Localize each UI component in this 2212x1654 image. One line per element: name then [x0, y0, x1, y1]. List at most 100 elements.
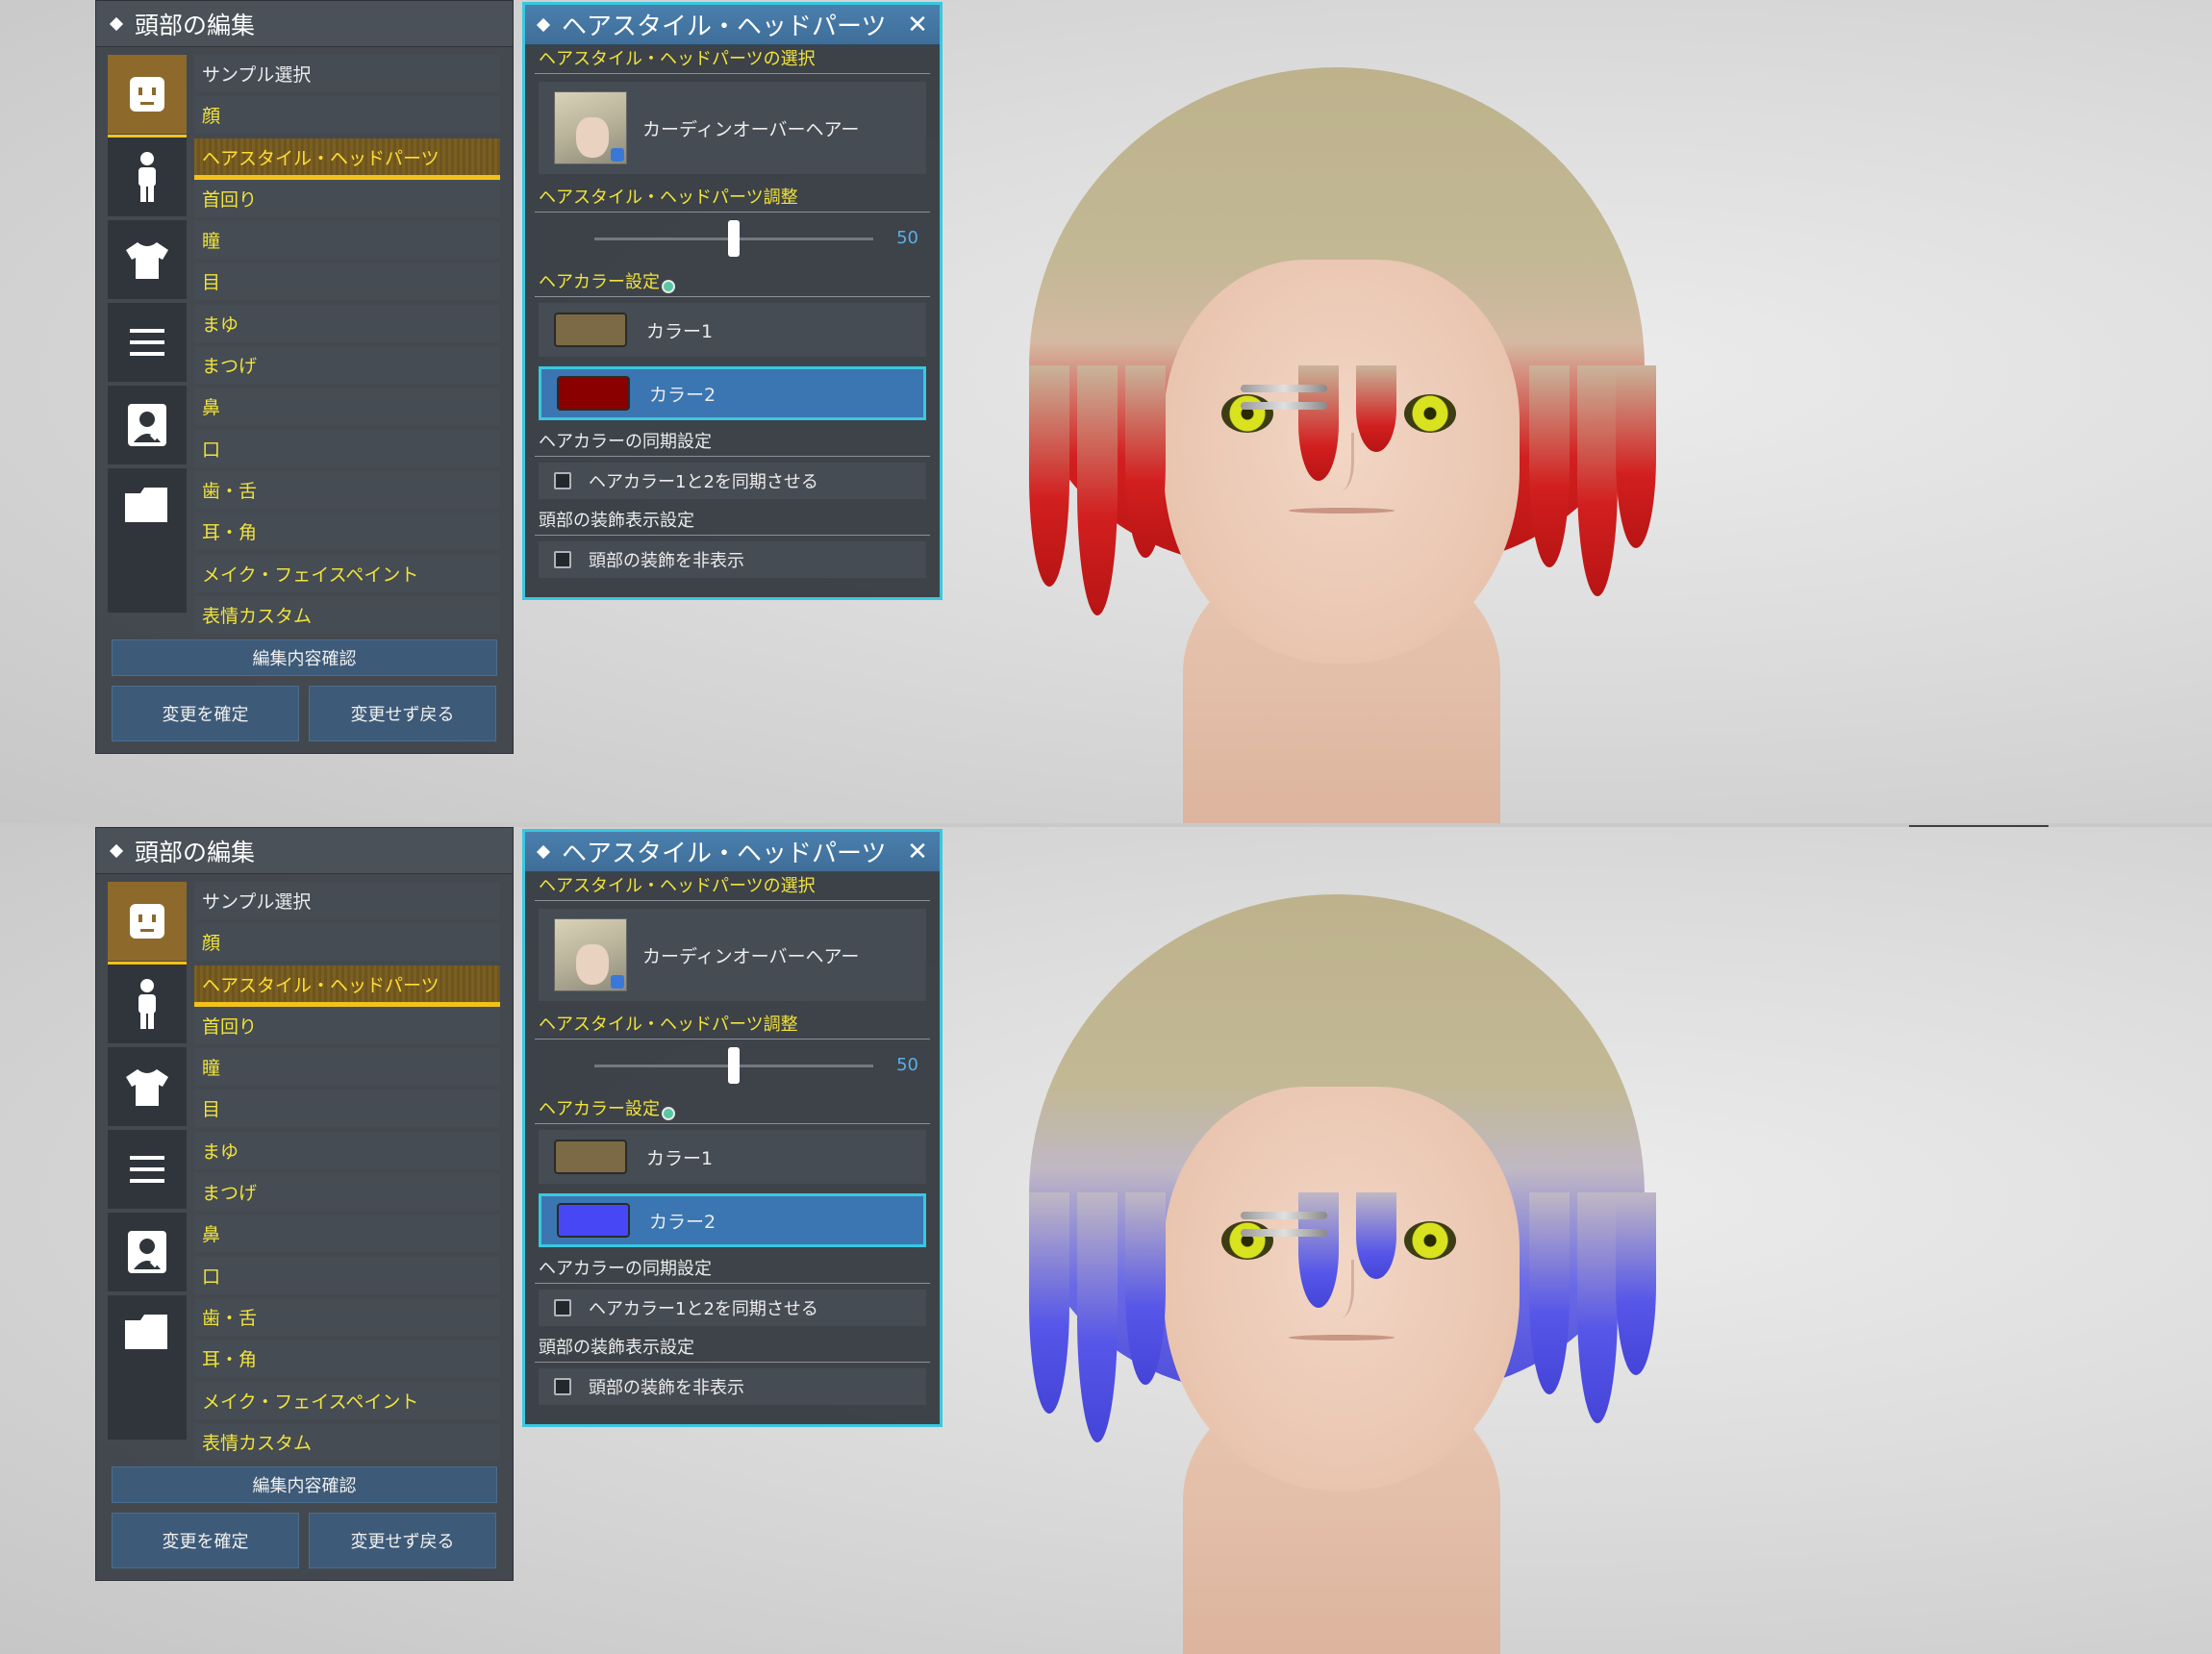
slider-knob[interactable] — [728, 220, 740, 257]
sync-colors-label: ヘアカラー1と2を同期させる — [589, 1299, 818, 1319]
hair-thumbnail — [554, 918, 627, 991]
character-preview — [971, 67, 1702, 827]
hair-color-section-label: ヘアカラー設定 — [525, 1095, 940, 1124]
menu-item-eyes[interactable]: 目 — [194, 1090, 500, 1128]
hair-adjust-slider[interactable]: 50 — [525, 1036, 940, 1095]
category-icon-column — [108, 55, 187, 616]
body-icon[interactable] — [108, 138, 187, 216]
head-menu-list: サンプル選択 顔 ヘアスタイル・ヘッドパーツ 首回り 瞳 目 まゆ まつげ 鼻 … — [194, 55, 500, 638]
color2-label: カラー2 — [649, 1211, 716, 1233]
sync-section-label: ヘアカラーの同期設定 — [525, 1255, 940, 1284]
menu-item-face[interactable]: 顔 — [194, 923, 500, 962]
review-edits-button[interactable]: 編集内容確認 — [112, 1466, 497, 1503]
hair-adjust-section-label: ヘアスタイル・ヘッドパーツ調整 — [525, 1011, 940, 1040]
hide-deco-checkbox[interactable] — [554, 551, 571, 568]
slider-knob[interactable] — [728, 1047, 740, 1084]
folder-icon[interactable] — [108, 1295, 187, 1440]
hair-clip — [1241, 385, 1327, 423]
color2-label: カラー2 — [649, 384, 716, 406]
menu-item-nose[interactable]: 鼻 — [194, 388, 500, 426]
gem-icon — [662, 1107, 675, 1120]
hair-select-section-label: ヘアスタイル・ヘッドパーツの選択 — [525, 872, 940, 901]
sync-colors-label: ヘアカラー1と2を同期させる — [589, 472, 818, 492]
color1-row[interactable]: カラー1 — [539, 303, 926, 357]
shirt-icon[interactable] — [108, 220, 187, 299]
color2-row[interactable]: カラー2 — [539, 1193, 926, 1247]
menu-item-teeth[interactable]: 歯・舌 — [194, 1297, 500, 1336]
color1-swatch — [554, 313, 627, 347]
head-edit-title: 頭部の編集 — [135, 11, 256, 39]
menu-item-neck[interactable]: 首回り — [194, 179, 500, 217]
diamond-icon — [536, 844, 551, 859]
hide-deco-row[interactable]: 頭部の装飾を非表示 — [539, 1368, 926, 1405]
menu-item-mouth[interactable]: 口 — [194, 429, 500, 467]
menu-item-sample[interactable]: サンプル選択 — [194, 882, 500, 919]
apply-changes-button[interactable]: 変更を確定 — [112, 686, 299, 741]
profile-icon[interactable] — [108, 386, 187, 464]
review-edits-button[interactable]: 編集内容確認 — [112, 639, 497, 676]
body-icon[interactable] — [108, 965, 187, 1043]
screenshot-bottom: 頭部の編集 サンプル選択 顔 ヘアスタイル・ヘッドパーツ 首回り 瞳 目 まゆ … — [0, 827, 2212, 1654]
profile-icon[interactable] — [108, 1213, 187, 1291]
hide-deco-row[interactable]: 頭部の装飾を非表示 — [539, 541, 926, 578]
menu-item-ears[interactable]: 耳・角 — [194, 513, 500, 551]
category-icon-column — [108, 882, 187, 1443]
slider-value: 50 — [896, 1055, 918, 1075]
hair-name: カーディンオーバーヘアー — [642, 945, 860, 967]
folder-icon[interactable] — [108, 468, 187, 613]
menu-item-makeup[interactable]: メイク・フェイスペイント — [194, 554, 500, 592]
list-icon[interactable] — [108, 303, 187, 382]
character-preview — [971, 894, 1702, 1654]
list-icon[interactable] — [108, 1130, 187, 1209]
deco-section-label: 頭部の装飾表示設定 — [525, 1334, 940, 1363]
menu-item-eyebrows[interactable]: まゆ — [194, 1131, 500, 1169]
hair-thumbnail — [554, 91, 627, 164]
hair-clip — [1241, 1212, 1327, 1250]
color1-label: カラー1 — [646, 1147, 714, 1169]
menu-item-mouth[interactable]: 口 — [194, 1256, 500, 1294]
sync-colors-row[interactable]: ヘアカラー1と2を同期させる — [539, 1290, 926, 1326]
color1-swatch — [554, 1140, 627, 1174]
menu-item-teeth[interactable]: 歯・舌 — [194, 470, 500, 509]
menu-item-eyebrows[interactable]: まゆ — [194, 304, 500, 342]
menu-item-expression[interactable]: 表情カスタム — [194, 1422, 500, 1461]
hairstyle-panel-title: ヘアスタイル・ヘッドパーツ — [562, 840, 887, 868]
shirt-icon[interactable] — [108, 1047, 187, 1126]
apply-changes-button[interactable]: 変更を確定 — [112, 1513, 299, 1568]
hair-adjust-slider[interactable]: 50 — [525, 209, 940, 268]
close-icon[interactable]: ✕ — [903, 11, 932, 39]
sync-colors-row[interactable]: ヘアカラー1と2を同期させる — [539, 463, 926, 499]
head-edit-title: 頭部の編集 — [135, 838, 256, 866]
menu-item-makeup[interactable]: メイク・フェイスペイント — [194, 1381, 500, 1419]
color2-swatch — [557, 376, 630, 411]
color1-row[interactable]: カラー1 — [539, 1130, 926, 1184]
menu-item-hairstyle[interactable]: ヘアスタイル・ヘッドパーツ — [194, 138, 500, 180]
sync-colors-checkbox[interactable] — [554, 1299, 571, 1316]
hairstyle-panel-title: ヘアスタイル・ヘッドパーツ — [562, 13, 887, 41]
menu-item-sample[interactable]: サンプル選択 — [194, 55, 500, 92]
menu-item-eyelashes[interactable]: まつげ — [194, 1173, 500, 1212]
hair-color-section-text: ヘアカラー設定 — [539, 1099, 660, 1119]
face-icon[interactable] — [108, 55, 187, 139]
menu-item-pupil[interactable]: 瞳 — [194, 221, 500, 260]
menu-item-nose[interactable]: 鼻 — [194, 1215, 500, 1253]
menu-item-eyes[interactable]: 目 — [194, 263, 500, 301]
close-icon[interactable]: ✕ — [903, 838, 932, 866]
menu-item-hairstyle[interactable]: ヘアスタイル・ヘッドパーツ — [194, 965, 500, 1007]
discard-back-button[interactable]: 変更せず戻る — [309, 686, 496, 741]
hair-strands — [1010, 365, 1664, 615]
discard-back-button[interactable]: 変更せず戻る — [309, 1513, 496, 1568]
menu-item-eyelashes[interactable]: まつげ — [194, 346, 500, 385]
hide-deco-checkbox[interactable] — [554, 1378, 571, 1395]
menu-item-neck[interactable]: 首回り — [194, 1006, 500, 1044]
head-edit-panel: 頭部の編集 サンプル選択 顔 ヘアスタイル・ヘッドパーツ 首回り 瞳 目 まゆ … — [95, 827, 514, 1581]
hair-select-row[interactable]: カーディンオーバーヘアー — [539, 909, 926, 1001]
menu-item-expression[interactable]: 表情カスタム — [194, 595, 500, 634]
face-icon[interactable] — [108, 882, 187, 966]
color2-row[interactable]: カラー2 — [539, 366, 926, 420]
menu-item-ears[interactable]: 耳・角 — [194, 1340, 500, 1378]
menu-item-face[interactable]: 顔 — [194, 96, 500, 135]
sync-colors-checkbox[interactable] — [554, 472, 571, 489]
hair-select-row[interactable]: カーディンオーバーヘアー — [539, 82, 926, 174]
menu-item-pupil[interactable]: 瞳 — [194, 1048, 500, 1087]
